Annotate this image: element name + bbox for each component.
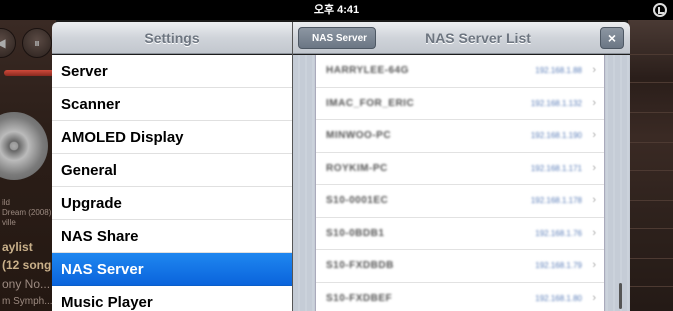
nas-server-name: ROYKIM-PC <box>326 162 388 174</box>
bg-songs-label: (12 song <box>2 258 52 272</box>
settings-item-nas-server[interactable]: NAS Server <box>52 253 292 286</box>
nas-server-list: HARRYLEE-64G 192.168.1.88 › IMAC_FOR_ERI… <box>315 55 605 311</box>
nas-server-row[interactable]: S10-0001EC 192.168.1.178 › <box>316 185 604 218</box>
list-scrollbar[interactable] <box>619 283 622 309</box>
nas-server-row[interactable]: S10-FXDBEF 192.168.1.80 › <box>316 283 604 311</box>
nas-server-row[interactable]: S10-0BDB1 192.168.1.76 › <box>316 218 604 250</box>
nas-server-name: S10-0001EC <box>326 195 389 206</box>
background-volume-slider <box>4 70 56 76</box>
settings-popover: Settings NAS Server NAS Server List × Se… <box>52 22 630 311</box>
nas-server-name: IMAC_FOR_ERIC <box>326 97 415 109</box>
nas-server-ip: 192.168.1.80 <box>535 293 582 303</box>
settings-navbar: Settings <box>52 22 292 54</box>
chevron-right-icon: › <box>592 259 596 271</box>
chevron-right-icon: › <box>592 291 596 304</box>
settings-item-nas-share[interactable]: NAS Share <box>52 220 292 253</box>
nas-server-name: S10-FXDBEF <box>326 292 393 304</box>
settings-item-scanner[interactable]: Scanner <box>52 88 292 121</box>
settings-item-server[interactable]: Server <box>52 55 292 88</box>
nas-server-ip: 192.168.1.79 <box>535 261 582 270</box>
previous-icon: ◀ <box>0 28 16 58</box>
nas-server-name: MINWOO-PC <box>326 130 392 141</box>
orientation-lock-icon <box>653 3 667 17</box>
bg-text-2: Dream (2008) <box>2 208 52 217</box>
bg-text-1: ild <box>2 198 11 207</box>
album-disc-icon <box>0 112 48 180</box>
close-button[interactable]: × <box>600 27 624 49</box>
nas-server-ip: 192.168.1.132 <box>530 98 582 108</box>
settings-menu: Server Scanner AMOLED Display General Up… <box>52 55 292 311</box>
nas-server-pane: HARRYLEE-64G 192.168.1.88 › IMAC_FOR_ERI… <box>293 55 630 311</box>
nas-server-row[interactable]: HARRYLEE-64G 192.168.1.88 › <box>316 55 604 88</box>
chevron-right-icon: › <box>592 64 596 76</box>
play-icon: ⏸ <box>22 28 52 58</box>
nas-server-ip: 192.168.1.171 <box>530 163 582 173</box>
close-icon: × <box>607 30 617 46</box>
nas-server-row[interactable]: ROYKIM-PC 192.168.1.171 › <box>316 153 604 185</box>
nas-server-ip: 192.168.1.190 <box>530 131 582 140</box>
background-left-panel: ◀ ⏸ ild Dream (2008) ville aylist (12 so… <box>0 20 56 311</box>
chevron-right-icon: › <box>592 226 596 239</box>
settings-title: Settings <box>144 30 200 46</box>
nas-server-row[interactable]: MINWOO-PC 192.168.1.190 › <box>316 120 604 153</box>
chevron-right-icon: › <box>592 161 596 174</box>
chevron-right-icon: › <box>592 129 596 141</box>
settings-item-general[interactable]: General <box>52 154 292 187</box>
background-right-panel <box>628 20 673 311</box>
bg-artist-label: m Symph... <box>2 296 53 307</box>
nas-server-name: HARRYLEE-64G <box>326 65 409 76</box>
status-bar: 오후 4:41 <box>0 0 673 20</box>
settings-item-music-player[interactable]: Music Player <box>52 286 292 311</box>
bg-playlist-label: aylist <box>2 240 33 254</box>
nas-server-ip: 192.168.1.88 <box>535 66 582 75</box>
status-clock: 오후 4:41 <box>313 4 360 16</box>
nas-server-ip: 192.168.1.76 <box>535 228 582 238</box>
nas-server-row[interactable]: IMAC_FOR_ERIC 192.168.1.132 › <box>316 88 604 120</box>
nas-server-name: S10-FXDBDB <box>326 260 394 271</box>
settings-item-upgrade[interactable]: Upgrade <box>52 187 292 220</box>
chevron-right-icon: › <box>592 96 596 109</box>
nas-navbar: NAS Server NAS Server List × <box>293 22 630 54</box>
nas-list-title: NAS Server List <box>425 30 531 46</box>
nas-server-row[interactable]: S10-FXDBDB 192.168.1.79 › <box>316 250 604 283</box>
back-button-label: NAS Server <box>312 33 368 44</box>
nas-server-name: S10-0BDB1 <box>326 227 385 239</box>
nas-server-ip: 192.168.1.178 <box>530 196 582 205</box>
bg-text-3: ville <box>2 218 16 227</box>
chevron-right-icon: › <box>592 194 596 206</box>
bg-track-label: ony No... <box>2 277 51 291</box>
settings-item-amoled-display[interactable]: AMOLED Display <box>52 121 292 154</box>
